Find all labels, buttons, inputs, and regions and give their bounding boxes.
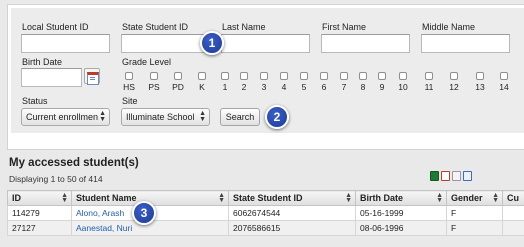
birth-date-input[interactable] [21,68,82,87]
cell-gender: F [446,220,503,236]
column-header-id[interactable]: ID ▲ ▼ [7,190,72,206]
first-name-label: First Name [322,22,367,32]
sort-icon: ▲ ▼ [218,192,225,204]
local-student-id-label: Local Student ID [22,22,89,32]
grade-label: 12 [449,82,459,92]
column-header-cu[interactable]: Cu [502,190,524,206]
grade-checkbox[interactable] [198,72,206,80]
cell-state-student-id: 6062674544 [228,205,356,221]
cell-birth-date: 05-16-1999 [355,205,447,221]
birth-date-label: Birth Date [22,57,63,67]
search-button[interactable]: Search [220,108,260,126]
grade-checkbox[interactable] [280,72,288,80]
grade-checkbox[interactable] [221,72,229,80]
local-student-id-input[interactable] [21,34,110,53]
column-header-gender[interactable]: Gender ▲ ▼ [446,190,503,206]
grade-label: 1 [222,82,228,92]
results-title: My accessed student(s) [9,157,139,169]
cell-birth-date: 08-06-1996 [355,220,447,236]
grade-checkbox[interactable] [320,72,328,80]
grade-checkbox[interactable] [425,72,433,80]
table-header-row: ID ▲ ▼ Student Name ▲ ▼ State Student ID ▲ ▼ B… [7,190,524,206]
status-select-value: Current enrollmen [26,112,99,122]
grade-checkbox[interactable] [150,72,158,80]
select-arrows-icon: ▲ ▼ [99,110,106,123]
grade-level-label: Grade Level [122,57,172,67]
grade-label: K [199,82,205,92]
grade-checkbox[interactable] [359,72,367,80]
site-label: Site [122,96,138,106]
cell-id: 27127 [7,220,72,236]
site-select[interactable]: Illuminate School ▲ ▼ [121,108,210,126]
grade-checkbox[interactable] [340,72,348,80]
state-student-id-input[interactable] [121,34,210,53]
grade-checkbox[interactable] [476,72,484,80]
grade-label: PD [172,82,184,92]
cell-id: 114279 [7,205,72,221]
grade-label: 9 [379,82,385,92]
select-arrows-icon: ▲ ▼ [199,110,206,123]
table-row[interactable]: 27127 Aanestad, Nuri 2076586615 08-06-19… [7,220,524,236]
calendar-icon[interactable] [84,68,100,85]
pdf-icon[interactable] [441,171,450,181]
grade-checkbox[interactable] [174,72,182,80]
callout-badge-3: 3 [132,201,156,225]
site-select-value: Illuminate School [126,112,195,122]
column-header-state-student-id[interactable]: State Student ID ▲ ▼ [228,190,356,206]
status-select[interactable]: Current enrollmen ▲ ▼ [21,108,110,126]
middle-name-label: Middle Name [422,22,476,32]
column-header-birth-date[interactable]: Birth Date ▲ ▼ [355,190,447,206]
cell-gender: F [446,205,503,221]
grade-label: 8 [360,82,366,92]
grade-label: 10 [398,82,408,92]
sort-icon: ▲ ▼ [492,192,499,204]
last-name-input[interactable] [221,34,310,53]
grade-label: HS [123,82,135,92]
state-student-id-label: State Student ID [122,22,189,32]
status-label: Status [22,96,48,106]
csv-icon[interactable] [452,171,461,181]
sort-icon: ▲ ▼ [345,192,352,204]
callout-badge-1: 1 [200,31,224,55]
first-name-input[interactable] [321,34,410,53]
grade-checkbox[interactable] [378,72,386,80]
grade-label: 3 [261,82,267,92]
grade-checkbox[interactable] [300,72,308,80]
excel-icon[interactable] [430,171,439,181]
grade-label: 11 [424,82,434,92]
student-name-link[interactable]: Alono, Arash [76,208,124,218]
grade-checkbox[interactable] [125,72,133,80]
results-count: Displaying 1 to 50 of 414 [9,174,103,184]
cell-cu [502,205,524,221]
callout-badge-2: 2 [265,105,289,129]
student-name-link[interactable]: Aanestad, Nuri [76,223,132,233]
grade-checkbox[interactable] [240,72,248,80]
sort-icon: ▲ ▼ [61,192,68,204]
print-icon[interactable] [463,171,472,181]
grade-label: 6 [321,82,327,92]
grade-label: 5 [301,82,307,92]
table-row[interactable]: 114279 Alono, Arash 6062674544 05-16-199… [7,205,524,221]
grade-label: 14 [499,82,509,92]
cell-state-student-id: 2076586615 [228,220,356,236]
middle-name-input[interactable] [421,34,510,53]
grade-label: PS [148,82,160,92]
grade-checkbox[interactable] [500,72,508,80]
student-results-table: ID ▲ ▼ Student Name ▲ ▼ State Student ID ▲ ▼ B… [7,190,524,236]
grade-label: 4 [281,82,287,92]
cell-cu [502,220,524,236]
grade-checkbox[interactable] [260,72,268,80]
last-name-label: Last Name [222,22,266,32]
grade-label: 7 [341,82,347,92]
grade-label: 13 [475,82,485,92]
sort-icon: ▲ ▼ [436,192,443,204]
grade-checkbox[interactable] [450,72,458,80]
grade-checkbox[interactable] [399,72,407,80]
grade-label: 2 [241,82,247,92]
